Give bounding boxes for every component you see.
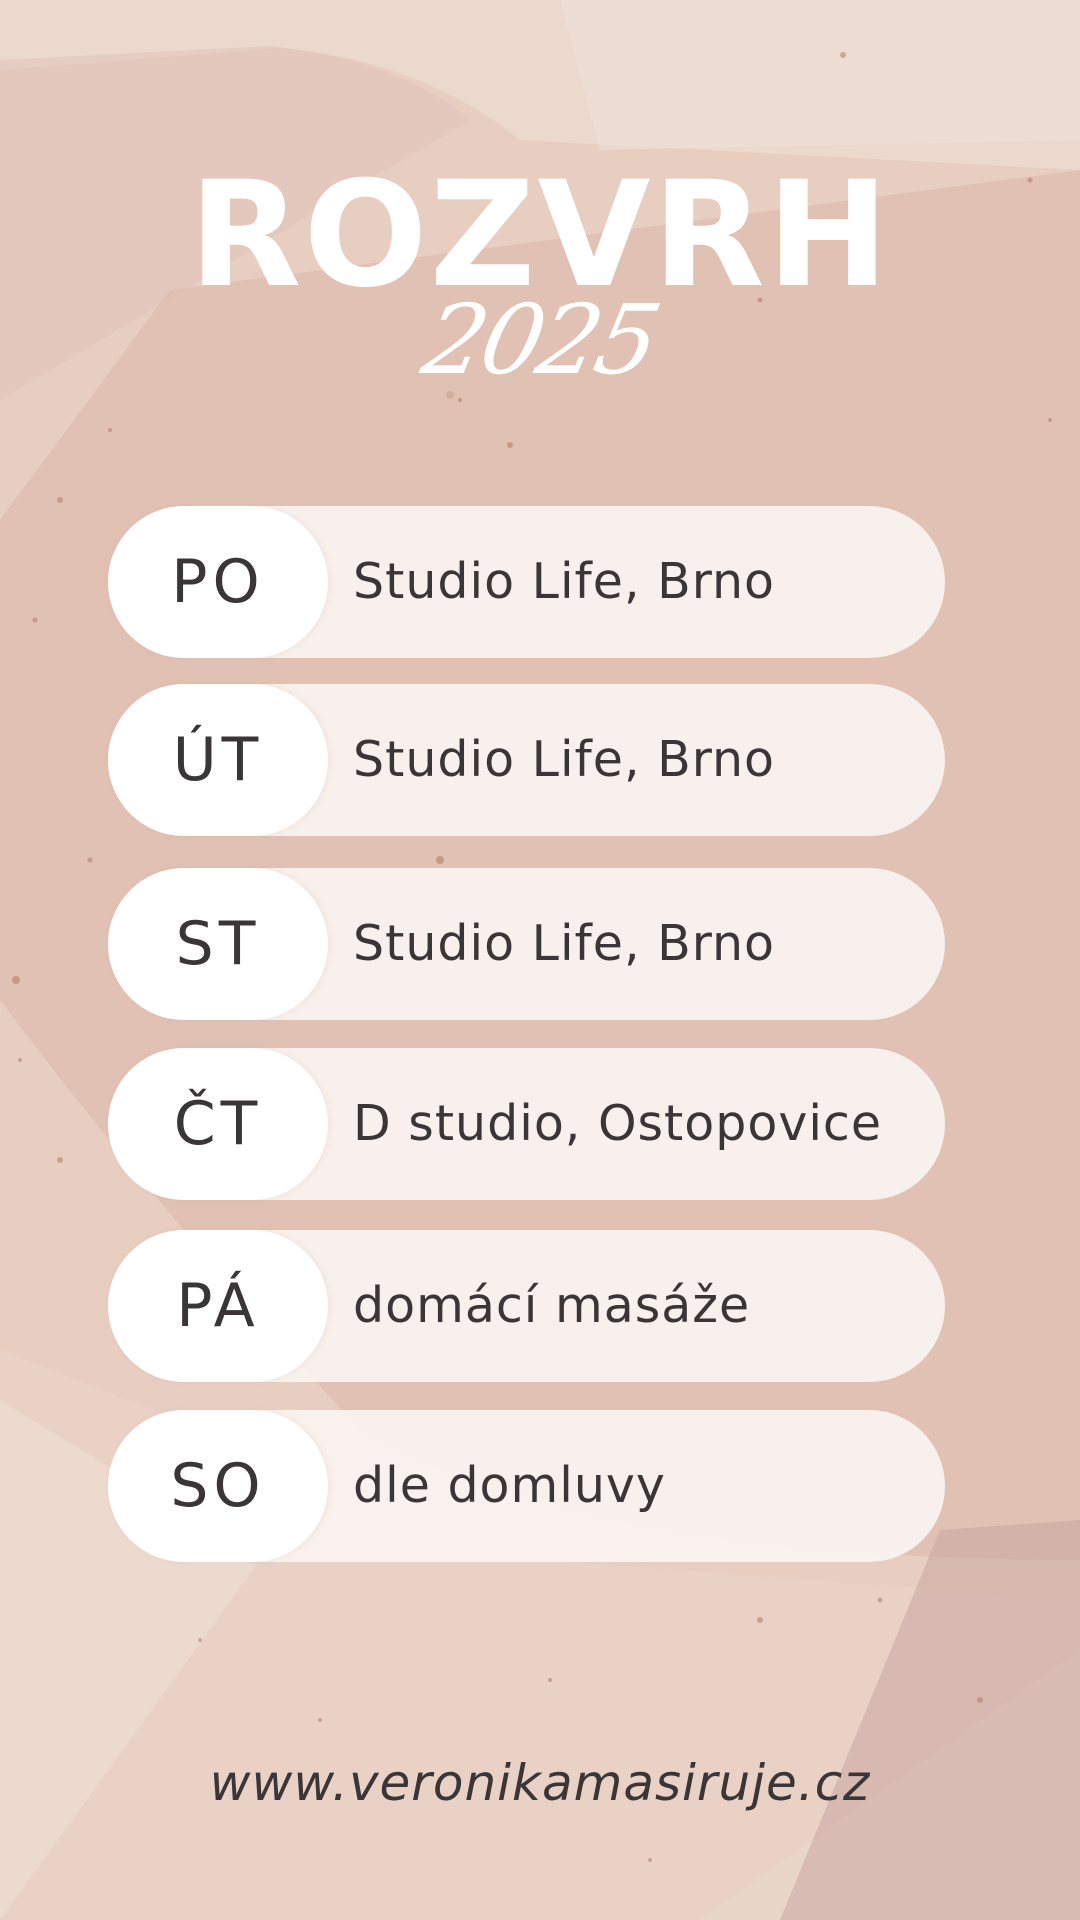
year-subtitle: 2025 — [413, 284, 667, 396]
website-link[interactable]: www.veronikamasiruje.cz — [0, 1748, 1080, 1818]
location-label: domácí masáže — [353, 1277, 751, 1334]
schedule-row-saturday: SO dle domluvy — [108, 1410, 945, 1562]
day-label: ÚT — [108, 684, 328, 836]
day-label: ČT — [108, 1048, 328, 1200]
schedule-row-thursday: ČT D studio, Ostopovice — [108, 1048, 945, 1200]
location-label: D studio, Ostopovice — [353, 1095, 883, 1152]
day-label: PO — [108, 506, 328, 658]
schedule-row-wednesday: ST Studio Life, Brno — [108, 868, 945, 1020]
location-label: Studio Life, Brno — [353, 915, 776, 972]
location-label: Studio Life, Brno — [353, 553, 776, 610]
location-label: dle domluvy — [353, 1457, 666, 1514]
schedule-row-friday: PÁ domácí masáže — [108, 1230, 945, 1382]
day-label: PÁ — [108, 1230, 328, 1382]
schedule-row-tuesday: ÚT Studio Life, Brno — [108, 684, 945, 836]
location-label: Studio Life, Brno — [353, 731, 776, 788]
day-label: SO — [108, 1410, 328, 1562]
schedule-row-monday: PO Studio Life, Brno — [108, 506, 945, 658]
day-label: ST — [108, 868, 328, 1020]
